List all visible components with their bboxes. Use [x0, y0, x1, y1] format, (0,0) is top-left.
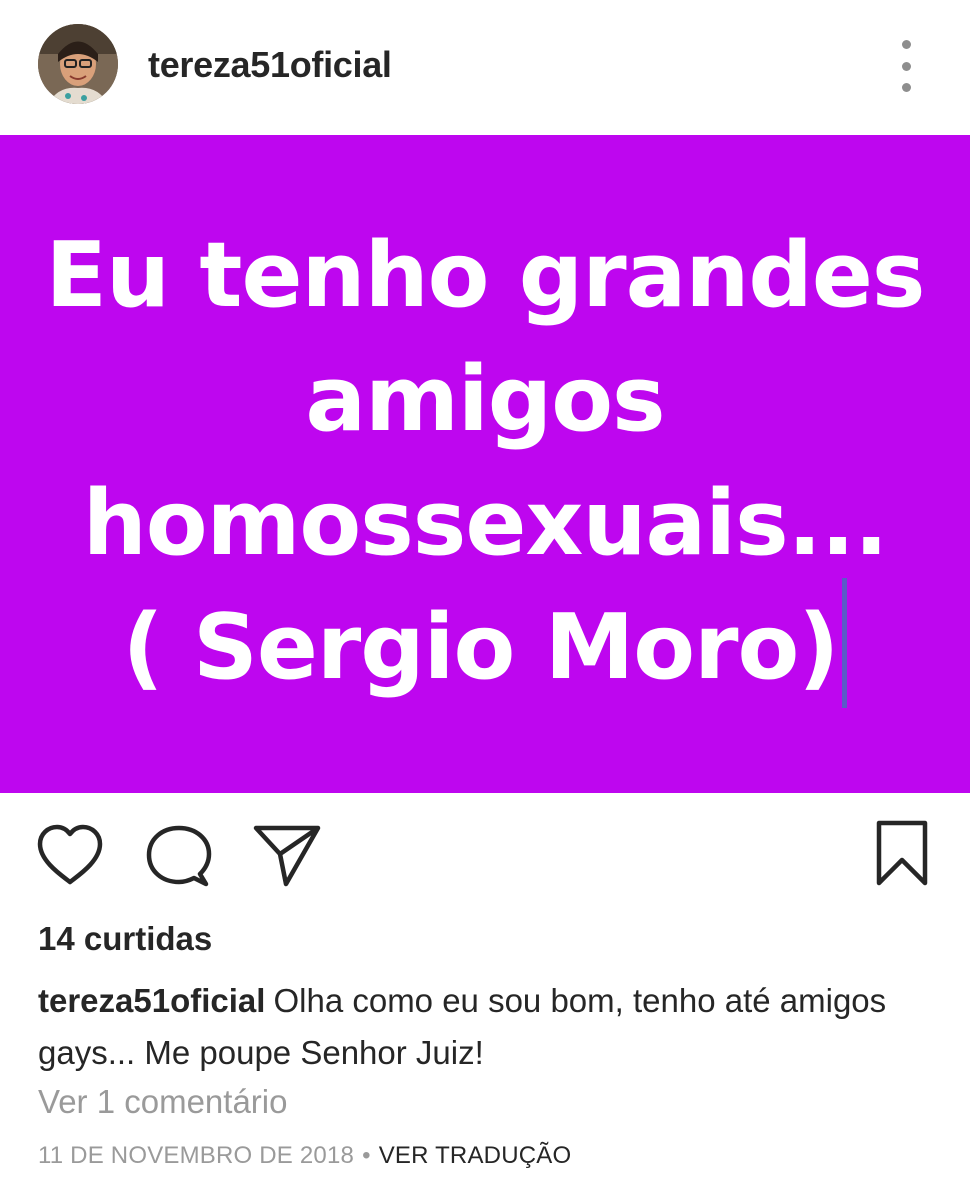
view-comments-link[interactable]: Ver 1 comentário	[38, 1083, 287, 1121]
avatar-photo	[38, 24, 118, 104]
like-button[interactable]	[36, 824, 104, 886]
more-vertical-icon	[901, 40, 911, 49]
likes-count[interactable]: 14 curtidas	[38, 920, 212, 958]
post-username[interactable]: tereza51oficial	[148, 44, 392, 86]
caption-username[interactable]: tereza51oficial	[38, 982, 265, 1019]
post-image[interactable]: Eu tenho grandes amigos homossexuais... …	[0, 135, 970, 793]
bookmark-icon	[876, 820, 928, 886]
more-vertical-icon-dot	[901, 83, 911, 92]
avatar[interactable]	[38, 24, 118, 104]
more-vertical-icon-dot	[901, 61, 911, 71]
comment-icon	[146, 825, 212, 887]
action-bar	[0, 818, 970, 890]
image-text-line: Eu tenho grandes	[45, 223, 926, 328]
post-header: tereza51oficial	[0, 0, 970, 135]
separator: •	[362, 1142, 371, 1169]
more-options-button[interactable]	[886, 40, 926, 92]
image-text-line: amigos	[305, 347, 665, 452]
heart-icon	[37, 824, 103, 885]
caption: tereza51oficial Olha como eu sou bom, ten…	[38, 975, 918, 1079]
save-button[interactable]	[876, 820, 928, 886]
post-screen: tereza51oficial Eu tenho grandes amigos …	[0, 0, 970, 1200]
share-button[interactable]	[252, 822, 322, 888]
see-translation-link[interactable]: VER TRADUÇÃO	[379, 1142, 572, 1169]
image-text-line: ( Sergio Moro)	[122, 595, 840, 700]
paper-plane-icon	[253, 825, 321, 887]
comment-button[interactable]	[146, 824, 212, 888]
text-cursor	[842, 578, 848, 709]
image-text-line: homossexuais...	[82, 471, 889, 576]
post-date: 11 DE NOVEMBRO DE 2018	[38, 1142, 355, 1169]
post-meta: 11 DE NOVEMBRO DE 2018 • VER TRADUÇÃO	[38, 1142, 571, 1170]
image-text-line-last: ( Sergio Moro)	[122, 578, 848, 710]
